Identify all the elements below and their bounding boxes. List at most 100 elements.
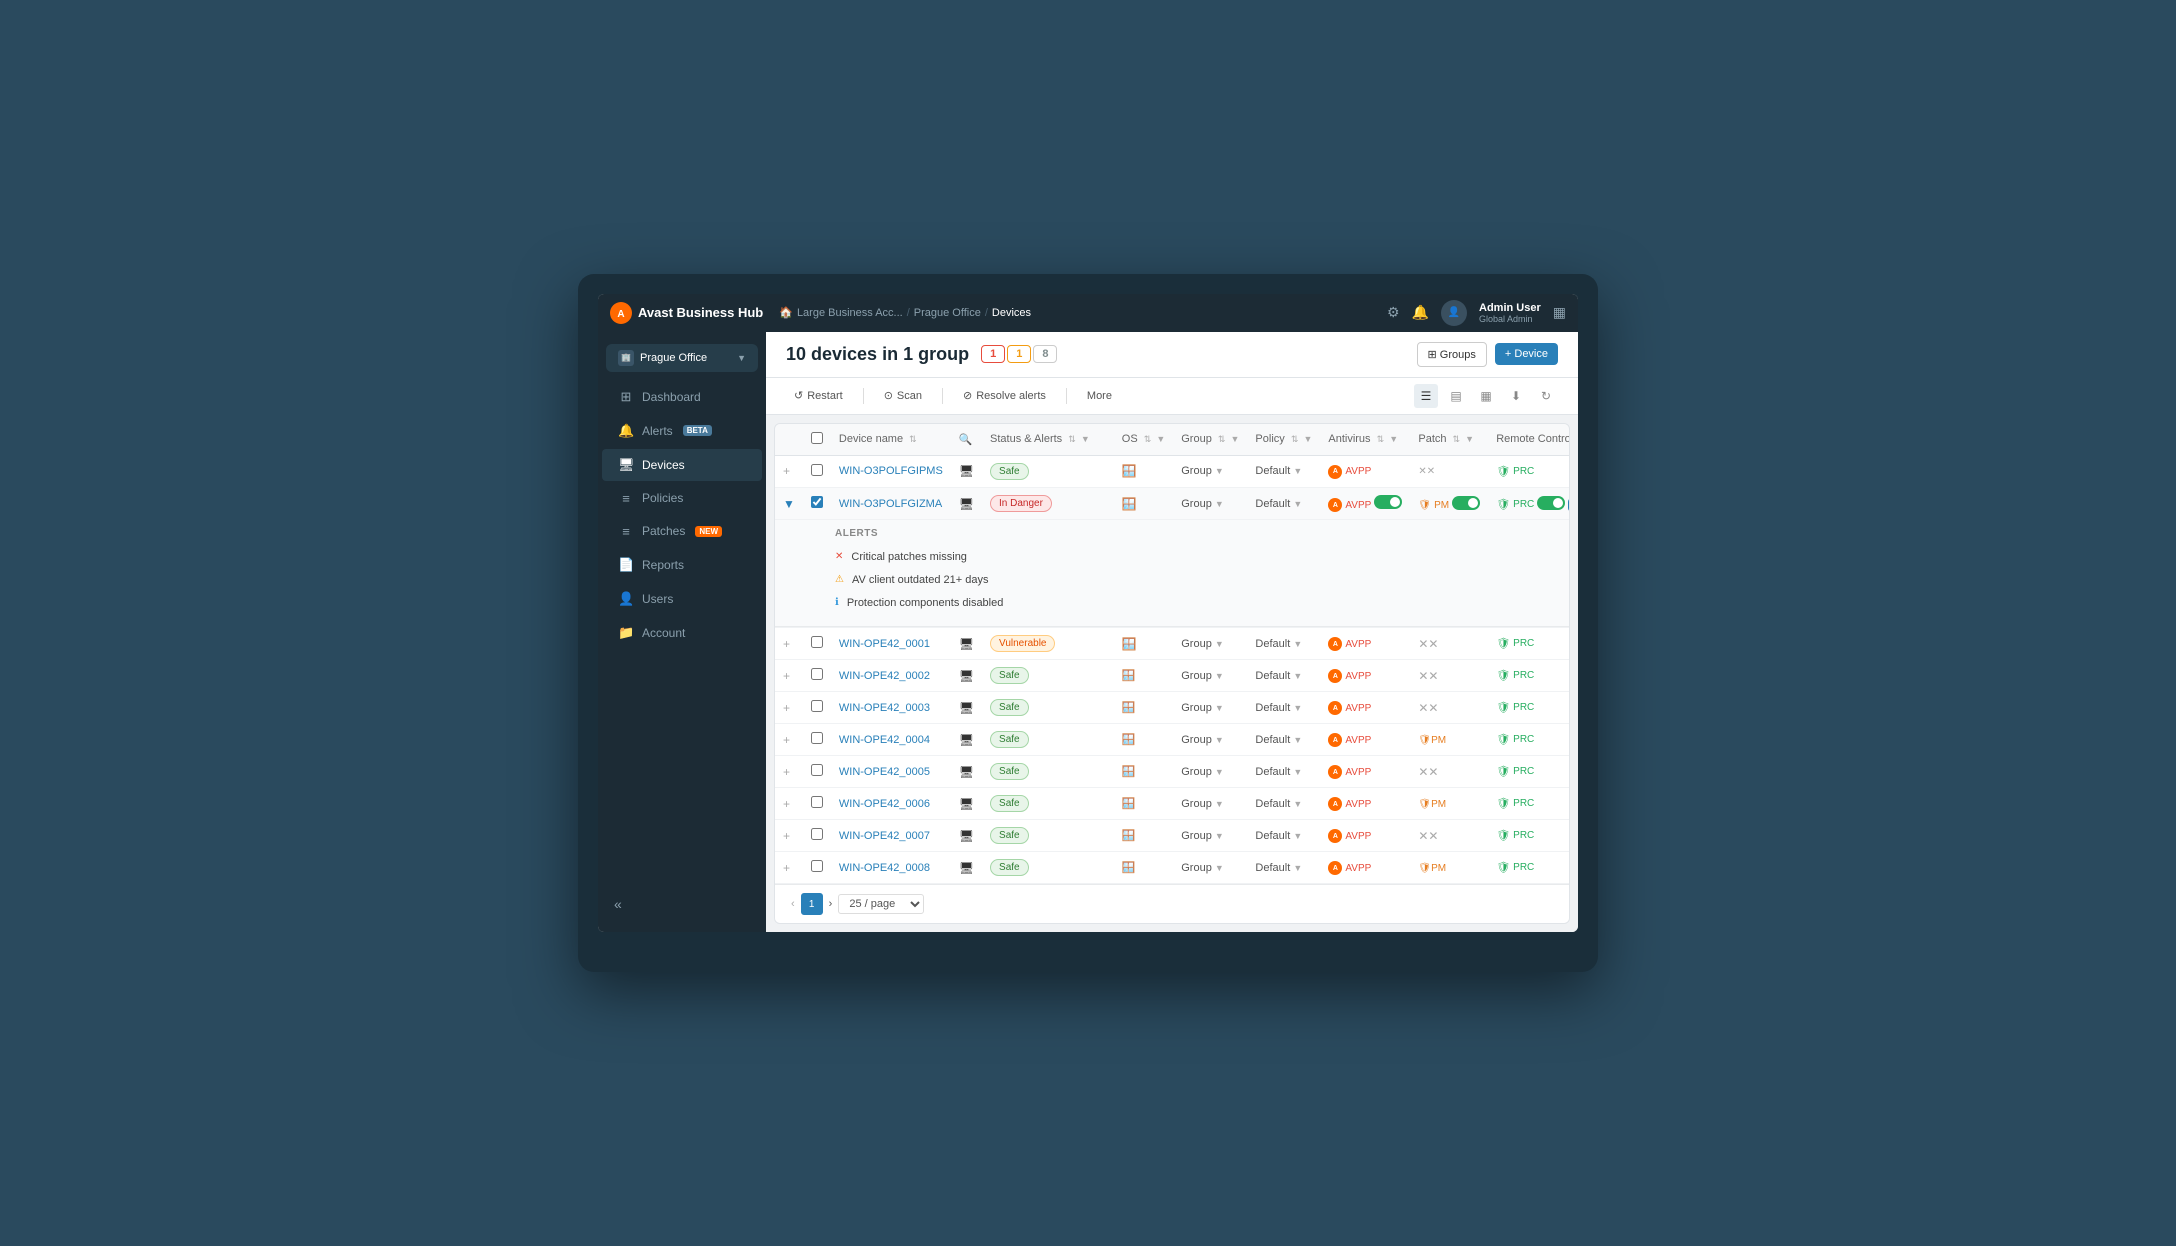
next-page-button[interactable]: › — [829, 898, 833, 910]
expand-icon[interactable]: + — [783, 829, 790, 843]
group-cell[interactable]: Group ▼ — [1173, 455, 1247, 487]
download-button[interactable]: ⬇ — [1504, 384, 1528, 408]
device-name-link[interactable]: WIN-OPE42_0006 — [839, 798, 930, 810]
th-os[interactable]: OS ⇅ ▼ — [1114, 424, 1173, 456]
policy-cell[interactable]: Default ▼ — [1247, 455, 1320, 487]
row-checkbox-input[interactable] — [811, 764, 823, 776]
device-name-link[interactable]: WIN-OPE42_0003 — [839, 702, 930, 714]
groups-button[interactable]: ⊞ Groups — [1417, 342, 1487, 367]
th-antivirus[interactable]: Antivirus ⇅ ▼ — [1320, 424, 1410, 456]
prc-toggle[interactable] — [1537, 496, 1565, 510]
expand-icon[interactable]: + — [783, 637, 790, 651]
os-filter[interactable]: ▼ — [1156, 434, 1165, 444]
status-badge-red[interactable]: 1 — [981, 345, 1005, 363]
more-button[interactable]: More — [1079, 387, 1120, 405]
status-badge-orange[interactable]: 1 — [1007, 345, 1031, 363]
barcode-icon[interactable]: ▦ — [1553, 304, 1566, 321]
patch-toggle[interactable] — [1452, 496, 1480, 510]
connect-button[interactable]: Connect — [1568, 498, 1570, 512]
row-checkbox-input[interactable] — [811, 796, 823, 808]
device-name-link[interactable]: WIN-OPE42_0005 — [839, 766, 930, 778]
expand-icon[interactable]: + — [783, 669, 790, 683]
th-group[interactable]: Group ⇅ ▼ — [1173, 424, 1247, 456]
sidebar-item-devices[interactable]: 🖥 Devices — [602, 449, 762, 481]
policy-cell[interactable]: Default ▼ — [1247, 487, 1320, 520]
sidebar-item-alerts[interactable]: 🔔 Alerts BETA — [602, 415, 762, 447]
resolve-alerts-button[interactable]: ⊘ Resolve alerts — [955, 386, 1054, 405]
patch-filter[interactable]: ▼ — [1465, 434, 1474, 444]
view-columns-button[interactable]: ▤ — [1444, 384, 1468, 408]
per-page-select[interactable]: 25 / page 50 / page 100 / page — [838, 894, 924, 914]
policy-cell[interactable]: Default ▼ — [1247, 788, 1320, 820]
group-cell[interactable]: Group ▼ — [1173, 487, 1247, 520]
group-cell[interactable]: Group ▼ — [1173, 724, 1247, 756]
scan-button[interactable]: ⊙ Scan — [876, 386, 930, 405]
page-1-button[interactable]: 1 — [801, 893, 823, 915]
row-checkbox[interactable] — [803, 487, 831, 520]
device-name-link[interactable]: WIN-O3POLFGIPMS — [839, 465, 943, 477]
policy-cell[interactable]: Default ▼ — [1247, 660, 1320, 692]
expand-icon[interactable]: + — [783, 765, 790, 779]
row-checkbox-input[interactable] — [811, 860, 823, 872]
expand-icon[interactable]: + — [783, 861, 790, 875]
group-cell[interactable]: Group ▼ — [1173, 660, 1247, 692]
row-expand[interactable]: ▼ — [775, 487, 803, 520]
sidebar-item-patches[interactable]: ≡ Patches NEW — [602, 516, 762, 547]
row-checkbox[interactable] — [803, 455, 831, 487]
view-list-button[interactable]: ☰ — [1414, 384, 1438, 408]
policy-cell[interactable]: Default ▼ — [1247, 820, 1320, 852]
gear-icon[interactable]: ⚙ — [1387, 304, 1400, 321]
select-all-checkbox[interactable] — [811, 432, 823, 444]
group-cell[interactable]: Group ▼ — [1173, 692, 1247, 724]
group-cell[interactable]: Group ▼ — [1173, 788, 1247, 820]
group-filter[interactable]: ▼ — [1231, 434, 1240, 444]
th-patch[interactable]: Patch ⇅ ▼ — [1410, 424, 1488, 456]
policy-cell[interactable]: Default ▼ — [1247, 852, 1320, 884]
device-name-link[interactable]: WIN-OPE42_0004 — [839, 734, 930, 746]
device-name-link[interactable]: WIN-OPE42_0008 — [839, 862, 930, 874]
expand-icon[interactable]: + — [783, 701, 790, 715]
th-device-name[interactable]: Device name ⇅ — [831, 424, 951, 456]
refresh-button[interactable]: ↻ — [1534, 384, 1558, 408]
restart-button[interactable]: ↺ Restart — [786, 386, 851, 405]
prev-page-button[interactable]: ‹ — [791, 898, 795, 910]
th-status[interactable]: Status & Alerts ⇅ ▼ — [982, 424, 1098, 456]
group-cell[interactable]: Group ▼ — [1173, 628, 1247, 660]
expand-icon[interactable]: ▼ — [783, 497, 795, 511]
row-checkbox-input[interactable] — [811, 828, 823, 840]
group-cell[interactable]: Group ▼ — [1173, 820, 1247, 852]
row-checkbox-input[interactable] — [811, 732, 823, 744]
device-name-link[interactable]: WIN-OPE42_0002 — [839, 670, 930, 682]
collapse-button[interactable]: « — [606, 892, 758, 916]
office-selector[interactable]: 🏢 Prague Office ▼ — [606, 344, 758, 372]
sidebar-item-reports[interactable]: 📄 Reports — [602, 549, 762, 581]
status-badge-gray[interactable]: 8 — [1033, 345, 1057, 363]
row-checkbox-input[interactable] — [811, 464, 823, 476]
th-remote[interactable]: Remote Control ⇅ ▼ — [1488, 424, 1570, 456]
view-grid-button[interactable]: ▦ — [1474, 384, 1498, 408]
policy-filter[interactable]: ▼ — [1303, 434, 1312, 444]
policy-cell[interactable]: Default ▼ — [1247, 724, 1320, 756]
device-name-link[interactable]: WIN-OPE42_0001 — [839, 638, 930, 650]
notification-icon[interactable]: 🔔 — [1412, 304, 1429, 321]
av-toggle[interactable] — [1374, 495, 1402, 509]
group-cell[interactable]: Group ▼ — [1173, 756, 1247, 788]
sidebar-item-policies[interactable]: ≡ Policies — [602, 483, 762, 514]
row-checkbox-input[interactable] — [811, 496, 823, 508]
expand-icon[interactable]: + — [783, 464, 790, 478]
row-checkbox-input[interactable] — [811, 668, 823, 680]
sidebar-item-users[interactable]: 👤 Users — [602, 583, 762, 615]
expand-icon[interactable]: + — [783, 797, 790, 811]
breadcrumb-office[interactable]: Prague Office — [914, 307, 981, 319]
expand-icon[interactable]: + — [783, 733, 790, 747]
sidebar-item-account[interactable]: 📁 Account — [602, 617, 762, 649]
th-search[interactable]: 🔍 — [951, 424, 982, 456]
device-name-link[interactable]: WIN-OPE42_0007 — [839, 830, 930, 842]
device-name-link[interactable]: WIN-O3POLFGIZMA — [839, 498, 942, 510]
av-filter[interactable]: ▼ — [1389, 434, 1398, 444]
breadcrumb-acc[interactable]: Large Business Acc... — [797, 307, 903, 319]
row-checkbox-input[interactable] — [811, 700, 823, 712]
policy-cell[interactable]: Default ▼ — [1247, 756, 1320, 788]
group-cell[interactable]: Group ▼ — [1173, 852, 1247, 884]
policy-cell[interactable]: Default ▼ — [1247, 628, 1320, 660]
